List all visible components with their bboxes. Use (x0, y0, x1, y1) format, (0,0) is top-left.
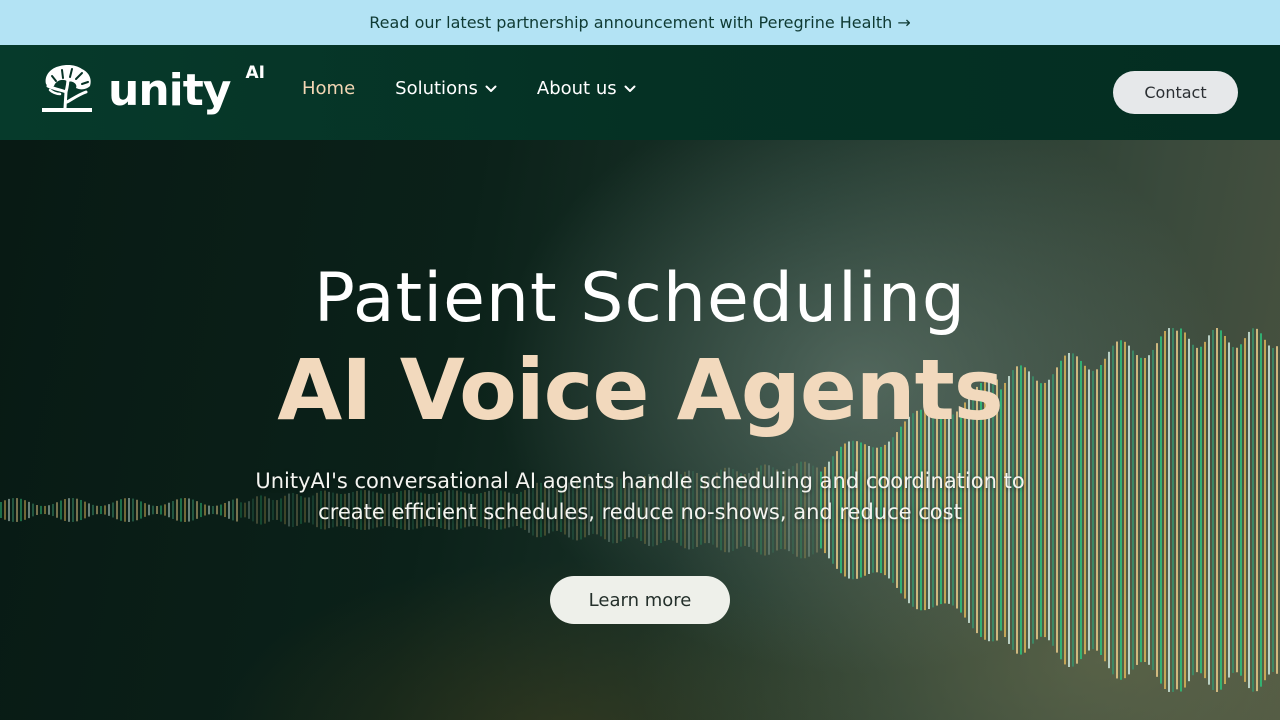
logo-superscript: AI (245, 63, 265, 83)
arrow-right-icon: → (897, 13, 911, 32)
main-menu: Home Solutions About us (302, 78, 676, 99)
wave-bar (8, 498, 10, 522)
announcement-text: Read our latest partnership announcement… (369, 13, 893, 32)
wave-bar (64, 499, 66, 521)
wave-bar (196, 501, 198, 519)
learn-more-button[interactable]: Learn more (550, 576, 730, 624)
nav-link-label: Home (302, 78, 356, 99)
wave-bar (148, 504, 150, 516)
wave-bar (212, 505, 214, 515)
top-navigation: unity AI Home Solutions About us Contact (0, 45, 1280, 140)
tree-logo-icon (42, 65, 92, 112)
wave-bar (0, 502, 2, 518)
wave-bar (140, 501, 142, 519)
wave-bar (156, 505, 158, 515)
wave-bar (160, 505, 162, 515)
announcement-banner[interactable]: Read our latest partnership announcement… (0, 0, 1280, 45)
wave-bar (76, 498, 78, 522)
wave-bar (184, 498, 186, 522)
wave-bar (228, 501, 230, 519)
wave-bar (28, 501, 30, 519)
wave-bar (168, 502, 170, 518)
wave-bar (132, 498, 134, 522)
nav-link-home[interactable]: Home (302, 78, 355, 99)
wave-bar (112, 502, 114, 518)
wave-bar (60, 500, 62, 520)
wave-bar (144, 503, 146, 517)
wave-bar (84, 501, 86, 519)
wave-bar (128, 498, 130, 522)
wave-bar (216, 505, 218, 515)
wave-bar (152, 505, 154, 515)
hero-subtitle: UnityAI's conversational AI agents handl… (255, 469, 1025, 524)
wave-bar (180, 498, 182, 522)
wave-bar (232, 499, 234, 521)
wave-bar (188, 498, 190, 522)
wave-bar (40, 505, 42, 515)
logo-wordmark: unity (108, 65, 231, 116)
wave-bar (68, 498, 70, 522)
wave-bar (176, 499, 178, 521)
wave-bar (164, 504, 166, 516)
wave-bar (32, 503, 34, 517)
wave-bar (172, 500, 174, 520)
wave-bar (88, 503, 90, 517)
wave-bar (200, 502, 202, 518)
wave-bar (96, 505, 98, 515)
wave-bar (36, 505, 38, 515)
wave-bar (204, 504, 206, 516)
wave-bar (24, 500, 26, 520)
wave-bar (48, 505, 50, 515)
logo[interactable]: unity AI (42, 63, 265, 116)
hero-highlight-title: AI Voice Agents (277, 341, 1004, 439)
wave-bar (136, 499, 138, 521)
wave-bar (100, 505, 102, 515)
wave-bar (20, 498, 22, 522)
nav-link-solutions[interactable]: Solutions (395, 78, 497, 99)
wave-bar (44, 505, 46, 515)
chevron-down-icon (624, 85, 636, 92)
wave-bar (56, 502, 58, 518)
wave-bar (236, 498, 238, 522)
chevron-down-icon (485, 85, 497, 92)
wave-bar (124, 498, 126, 522)
wave-bar (220, 504, 222, 516)
hero-section: Patient Scheduling AI Voice Agents Unity… (0, 140, 1280, 720)
wave-bar (208, 505, 210, 515)
wave-bar (52, 503, 54, 517)
wave-bar (120, 499, 122, 521)
wave-bar (12, 498, 14, 522)
wave-bar (72, 498, 74, 522)
wave-bar (116, 500, 118, 520)
nav-link-label: About us (536, 78, 617, 99)
wave-bar (108, 504, 110, 516)
nav-link-label: Solutions (395, 78, 478, 99)
wave-bar (4, 500, 6, 520)
nav-link-about-us[interactable]: About us (537, 78, 636, 99)
wave-bar (224, 502, 226, 518)
hero-title: Patient Scheduling (313, 259, 967, 338)
contact-button[interactable]: Contact (1113, 71, 1238, 114)
wave-bar (16, 498, 18, 522)
wave-bar (80, 499, 82, 521)
wave-bar (104, 505, 106, 515)
wave-bar (192, 499, 194, 521)
wave-bar (92, 504, 94, 516)
